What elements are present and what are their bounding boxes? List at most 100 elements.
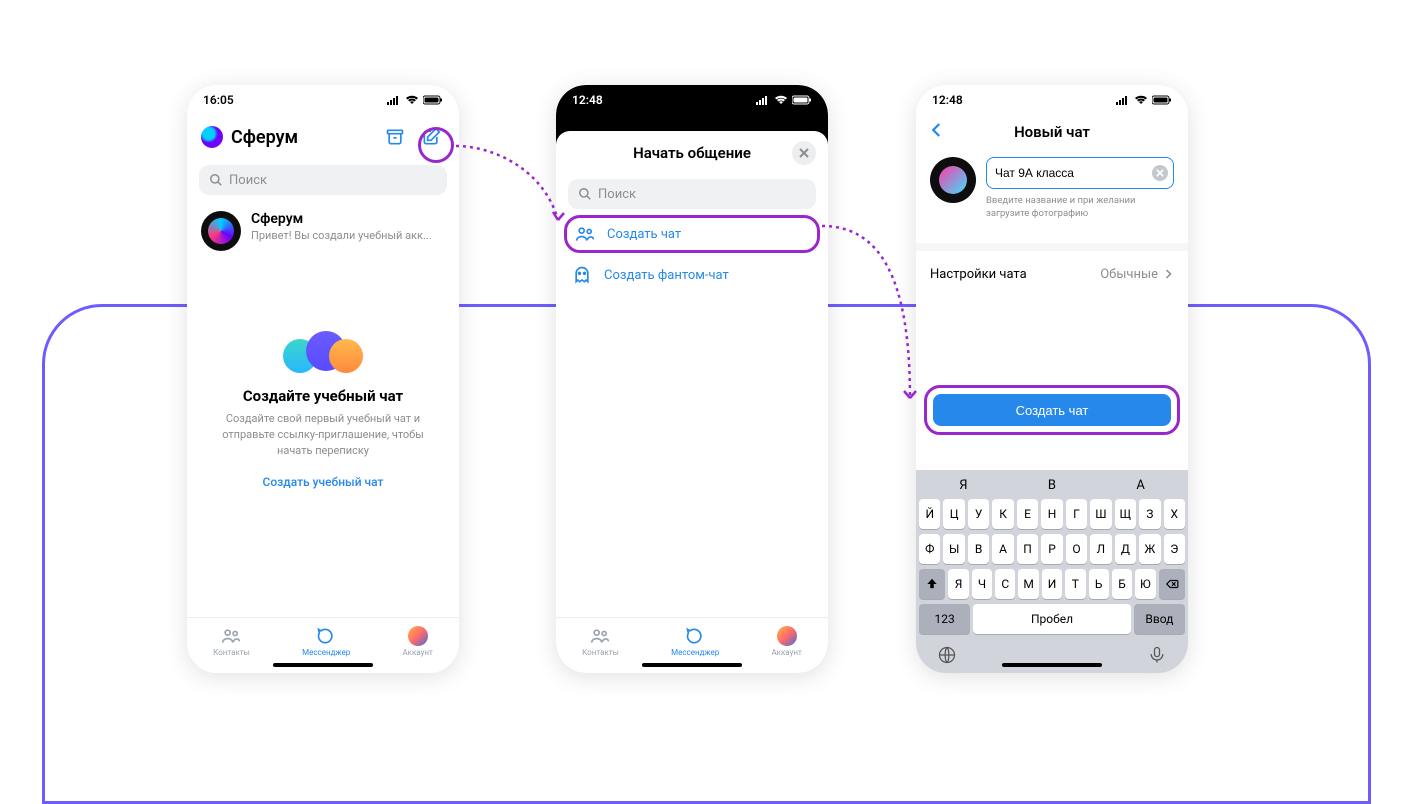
numbers-key[interactable]: 123 <box>919 604 970 634</box>
chat-preview: Привет! Вы создали учебный акк... <box>251 229 432 242</box>
action-sheet: Начать общение Поиск Создать чат Создать… <box>556 131 828 673</box>
tab-messenger[interactable]: Мессенджер <box>671 626 719 657</box>
key-Г[interactable]: Г <box>1066 499 1087 529</box>
app-header: Сферум <box>187 115 459 159</box>
home-indicator <box>642 663 742 667</box>
battery-icon <box>1152 95 1172 105</box>
key-М[interactable]: М <box>1018 569 1038 599</box>
key-Р[interactable]: Р <box>1041 534 1062 564</box>
messenger-icon <box>316 626 336 646</box>
key-К[interactable]: К <box>992 499 1013 529</box>
backspace-key[interactable] <box>1159 569 1185 599</box>
account-avatar-icon <box>777 626 797 646</box>
tab-account[interactable]: Аккаунт <box>402 626 432 657</box>
tab-account[interactable]: Аккаунт <box>771 626 801 657</box>
keyboard-row-2: ФЫВАПРОЛДЖЭ <box>919 534 1185 564</box>
status-time: 12:48 <box>572 93 603 107</box>
account-avatar-icon <box>408 626 428 646</box>
tab-label: Контакты <box>582 648 619 657</box>
phone-screen-3: 12:48 Новый чат Введите название и при ж… <box>916 85 1188 673</box>
key-В[interactable]: В <box>968 534 989 564</box>
shift-icon <box>925 577 939 591</box>
globe-icon[interactable] <box>937 645 957 665</box>
chat-settings-row[interactable]: Настройки чата Обычные <box>916 243 1188 298</box>
settings-label: Настройки чата <box>930 267 1027 282</box>
key-А[interactable]: А <box>992 534 1013 564</box>
key-Я[interactable]: Я <box>948 569 968 599</box>
key-Ф[interactable]: Ф <box>919 534 940 564</box>
tab-messenger[interactable]: Мессенджер <box>302 626 350 657</box>
key-Э[interactable]: Э <box>1164 534 1185 564</box>
create-learning-chat-link[interactable]: Создать учебный чат <box>207 475 439 489</box>
sheet-title: Начать общение <box>592 144 792 162</box>
key-Ы[interactable]: Ы <box>943 534 964 564</box>
app-title: Сферум <box>231 127 373 148</box>
contacts-icon <box>590 626 610 646</box>
key-Н[interactable]: Н <box>1041 499 1062 529</box>
chat-list-item[interactable]: Сферум Привет! Вы создали учебный акк... <box>187 201 459 261</box>
key-Т[interactable]: Т <box>1065 569 1085 599</box>
tab-label: Мессенджер <box>671 648 719 657</box>
create-phantom-chat-option[interactable]: Создать фантом-чат <box>556 255 828 295</box>
chevron-right-icon <box>1162 268 1174 280</box>
key-Ю[interactable]: Ю <box>1135 569 1155 599</box>
key-Щ[interactable]: Щ <box>1115 499 1136 529</box>
empty-title: Создайте учебный чат <box>207 387 439 405</box>
sferum-logo-icon <box>201 126 223 148</box>
status-time: 16:05 <box>203 93 234 107</box>
chat-name-input[interactable] <box>986 157 1174 189</box>
search-input[interactable]: Поиск <box>199 165 447 195</box>
key-Х[interactable]: Х <box>1164 499 1185 529</box>
key-У[interactable]: У <box>968 499 989 529</box>
back-button[interactable] <box>928 121 946 143</box>
create-chat-button[interactable]: Создать чат <box>933 394 1171 426</box>
suggestion[interactable]: А <box>1136 478 1144 493</box>
key-О[interactable]: О <box>1066 534 1087 564</box>
close-icon <box>799 148 809 158</box>
key-Д[interactable]: Д <box>1115 534 1136 564</box>
shift-key[interactable] <box>919 569 945 599</box>
compose-button[interactable] <box>417 123 445 151</box>
suggestion[interactable]: Я <box>959 478 967 493</box>
home-indicator <box>273 663 373 667</box>
key-Л[interactable]: Л <box>1090 534 1111 564</box>
status-bar: 12:48 <box>916 85 1188 115</box>
space-key[interactable]: Пробел <box>973 604 1131 634</box>
key-И[interactable]: И <box>1042 569 1062 599</box>
tab-label: Контакты <box>213 648 250 657</box>
key-Ш[interactable]: Ш <box>1090 499 1111 529</box>
key-Ц[interactable]: Ц <box>943 499 964 529</box>
key-С[interactable]: С <box>995 569 1015 599</box>
key-Ь[interactable]: Ь <box>1089 569 1109 599</box>
chat-name-row: Введите название и при желании загрузите… <box>916 149 1188 229</box>
option-label: Создать чат <box>607 227 681 242</box>
tab-contacts[interactable]: Контакты <box>582 626 619 657</box>
search-icon <box>578 187 592 201</box>
archive-button[interactable] <box>381 123 409 151</box>
create-chat-option[interactable]: Создать чат <box>564 215 820 253</box>
contacts-icon <box>221 626 241 646</box>
key-Е[interactable]: Е <box>1017 499 1038 529</box>
suggestion[interactable]: В <box>1048 478 1056 493</box>
key-Ж[interactable]: Ж <box>1139 534 1160 564</box>
key-П[interactable]: П <box>1017 534 1038 564</box>
archive-icon <box>385 127 405 147</box>
clear-input-button[interactable] <box>1152 165 1168 181</box>
key-З[interactable]: З <box>1139 499 1160 529</box>
key-Й[interactable]: Й <box>919 499 940 529</box>
wifi-icon <box>774 95 788 105</box>
enter-key[interactable]: Ввод <box>1134 604 1185 634</box>
sheet-header: Начать общение <box>556 141 828 173</box>
chat-text: Сферум Привет! Вы создали учебный акк... <box>251 211 432 242</box>
keyboard-row-3: ЯЧСМИТЬБЮ <box>919 569 1185 599</box>
tab-contacts[interactable]: Контакты <box>213 626 250 657</box>
screen-title: Новый чат <box>946 123 1158 141</box>
close-button[interactable] <box>792 141 816 165</box>
chat-avatar-button[interactable] <box>930 157 976 203</box>
key-Б[interactable]: Б <box>1112 569 1132 599</box>
phone-screen-1: 16:05 Сферум Поиск Сферум Привет! Вы соз… <box>187 85 459 673</box>
search-input[interactable]: Поиск <box>568 179 816 209</box>
key-Ч[interactable]: Ч <box>972 569 992 599</box>
tab-label: Мессенджер <box>302 648 350 657</box>
mic-icon[interactable] <box>1147 645 1167 665</box>
